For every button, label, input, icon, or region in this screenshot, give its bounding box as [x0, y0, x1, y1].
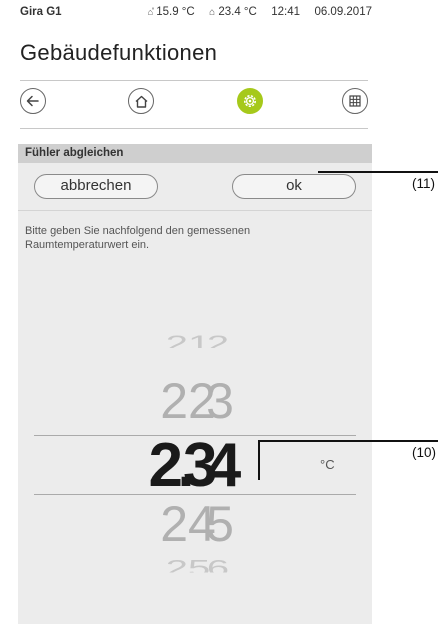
picker-dec-4[interactable]: 4 — [194, 430, 254, 501]
status-bar: Gira G1 ⌂̊ 15.9 °C ⌂ 23.4 °C 12:41 06.09… — [20, 4, 372, 24]
home-button[interactable] — [128, 88, 154, 114]
ok-button[interactable]: ok — [232, 174, 356, 199]
cancel-button[interactable]: abbrechen — [34, 174, 158, 199]
callout-stem-value — [258, 440, 260, 480]
callout-line-value — [258, 440, 438, 442]
date: 06.09.2017 — [314, 6, 372, 18]
indoor-temp-icon: ⌂ — [209, 7, 216, 18]
home-icon — [135, 95, 147, 108]
arrow-left-icon — [26, 95, 39, 107]
indoor-temp-value: 23.4 °C — [218, 6, 257, 18]
outdoor-temp-icon: ⌂̊ — [147, 7, 154, 17]
nav-divider — [20, 128, 368, 129]
page-title: Gebäudefunktionen — [20, 40, 218, 65]
back-button[interactable] — [20, 88, 46, 114]
clock: 12:41 — [271, 6, 301, 18]
dialog-divider — [18, 210, 372, 211]
brand-label: Gira G1 — [20, 6, 62, 18]
grid-button[interactable] — [342, 88, 368, 114]
callout-label-ok: (11) — [412, 176, 436, 191]
header-divider — [20, 80, 368, 81]
gear-icon — [244, 95, 256, 107]
status-right: ⌂̊ 15.9 °C ⌂ 23.4 °C 12:41 06.09.2017 — [148, 6, 372, 18]
picker-dec-5[interactable]: 5 — [190, 495, 250, 553]
picker-dec-6[interactable]: 6 — [188, 556, 248, 573]
dialog-description: Bitte geben Sie nachfolgend den gemessen… — [25, 225, 251, 251]
settings-button[interactable] — [237, 88, 263, 114]
picker-dec-3[interactable]: 3 — [190, 372, 250, 430]
callout-label-value: (10) — [412, 445, 437, 460]
calibration-dialog: Fühler abgleichen abbrechen ok Bitte geb… — [18, 144, 372, 624]
temperature-unit: °C — [320, 457, 335, 472]
outdoor-temp-value: 15.9 °C — [156, 6, 195, 18]
picker-dec-2[interactable]: 2 — [188, 332, 248, 349]
callout-line-ok — [318, 171, 438, 173]
dialog-header: Fühler abgleichen — [18, 144, 372, 163]
dialog-title: Fühler abgleichen — [25, 147, 124, 159]
temperature-picker[interactable]: 21 22 23 24 25 . 2 3 4 5 6 — [18, 324, 372, 624]
grid-icon — [349, 95, 361, 107]
